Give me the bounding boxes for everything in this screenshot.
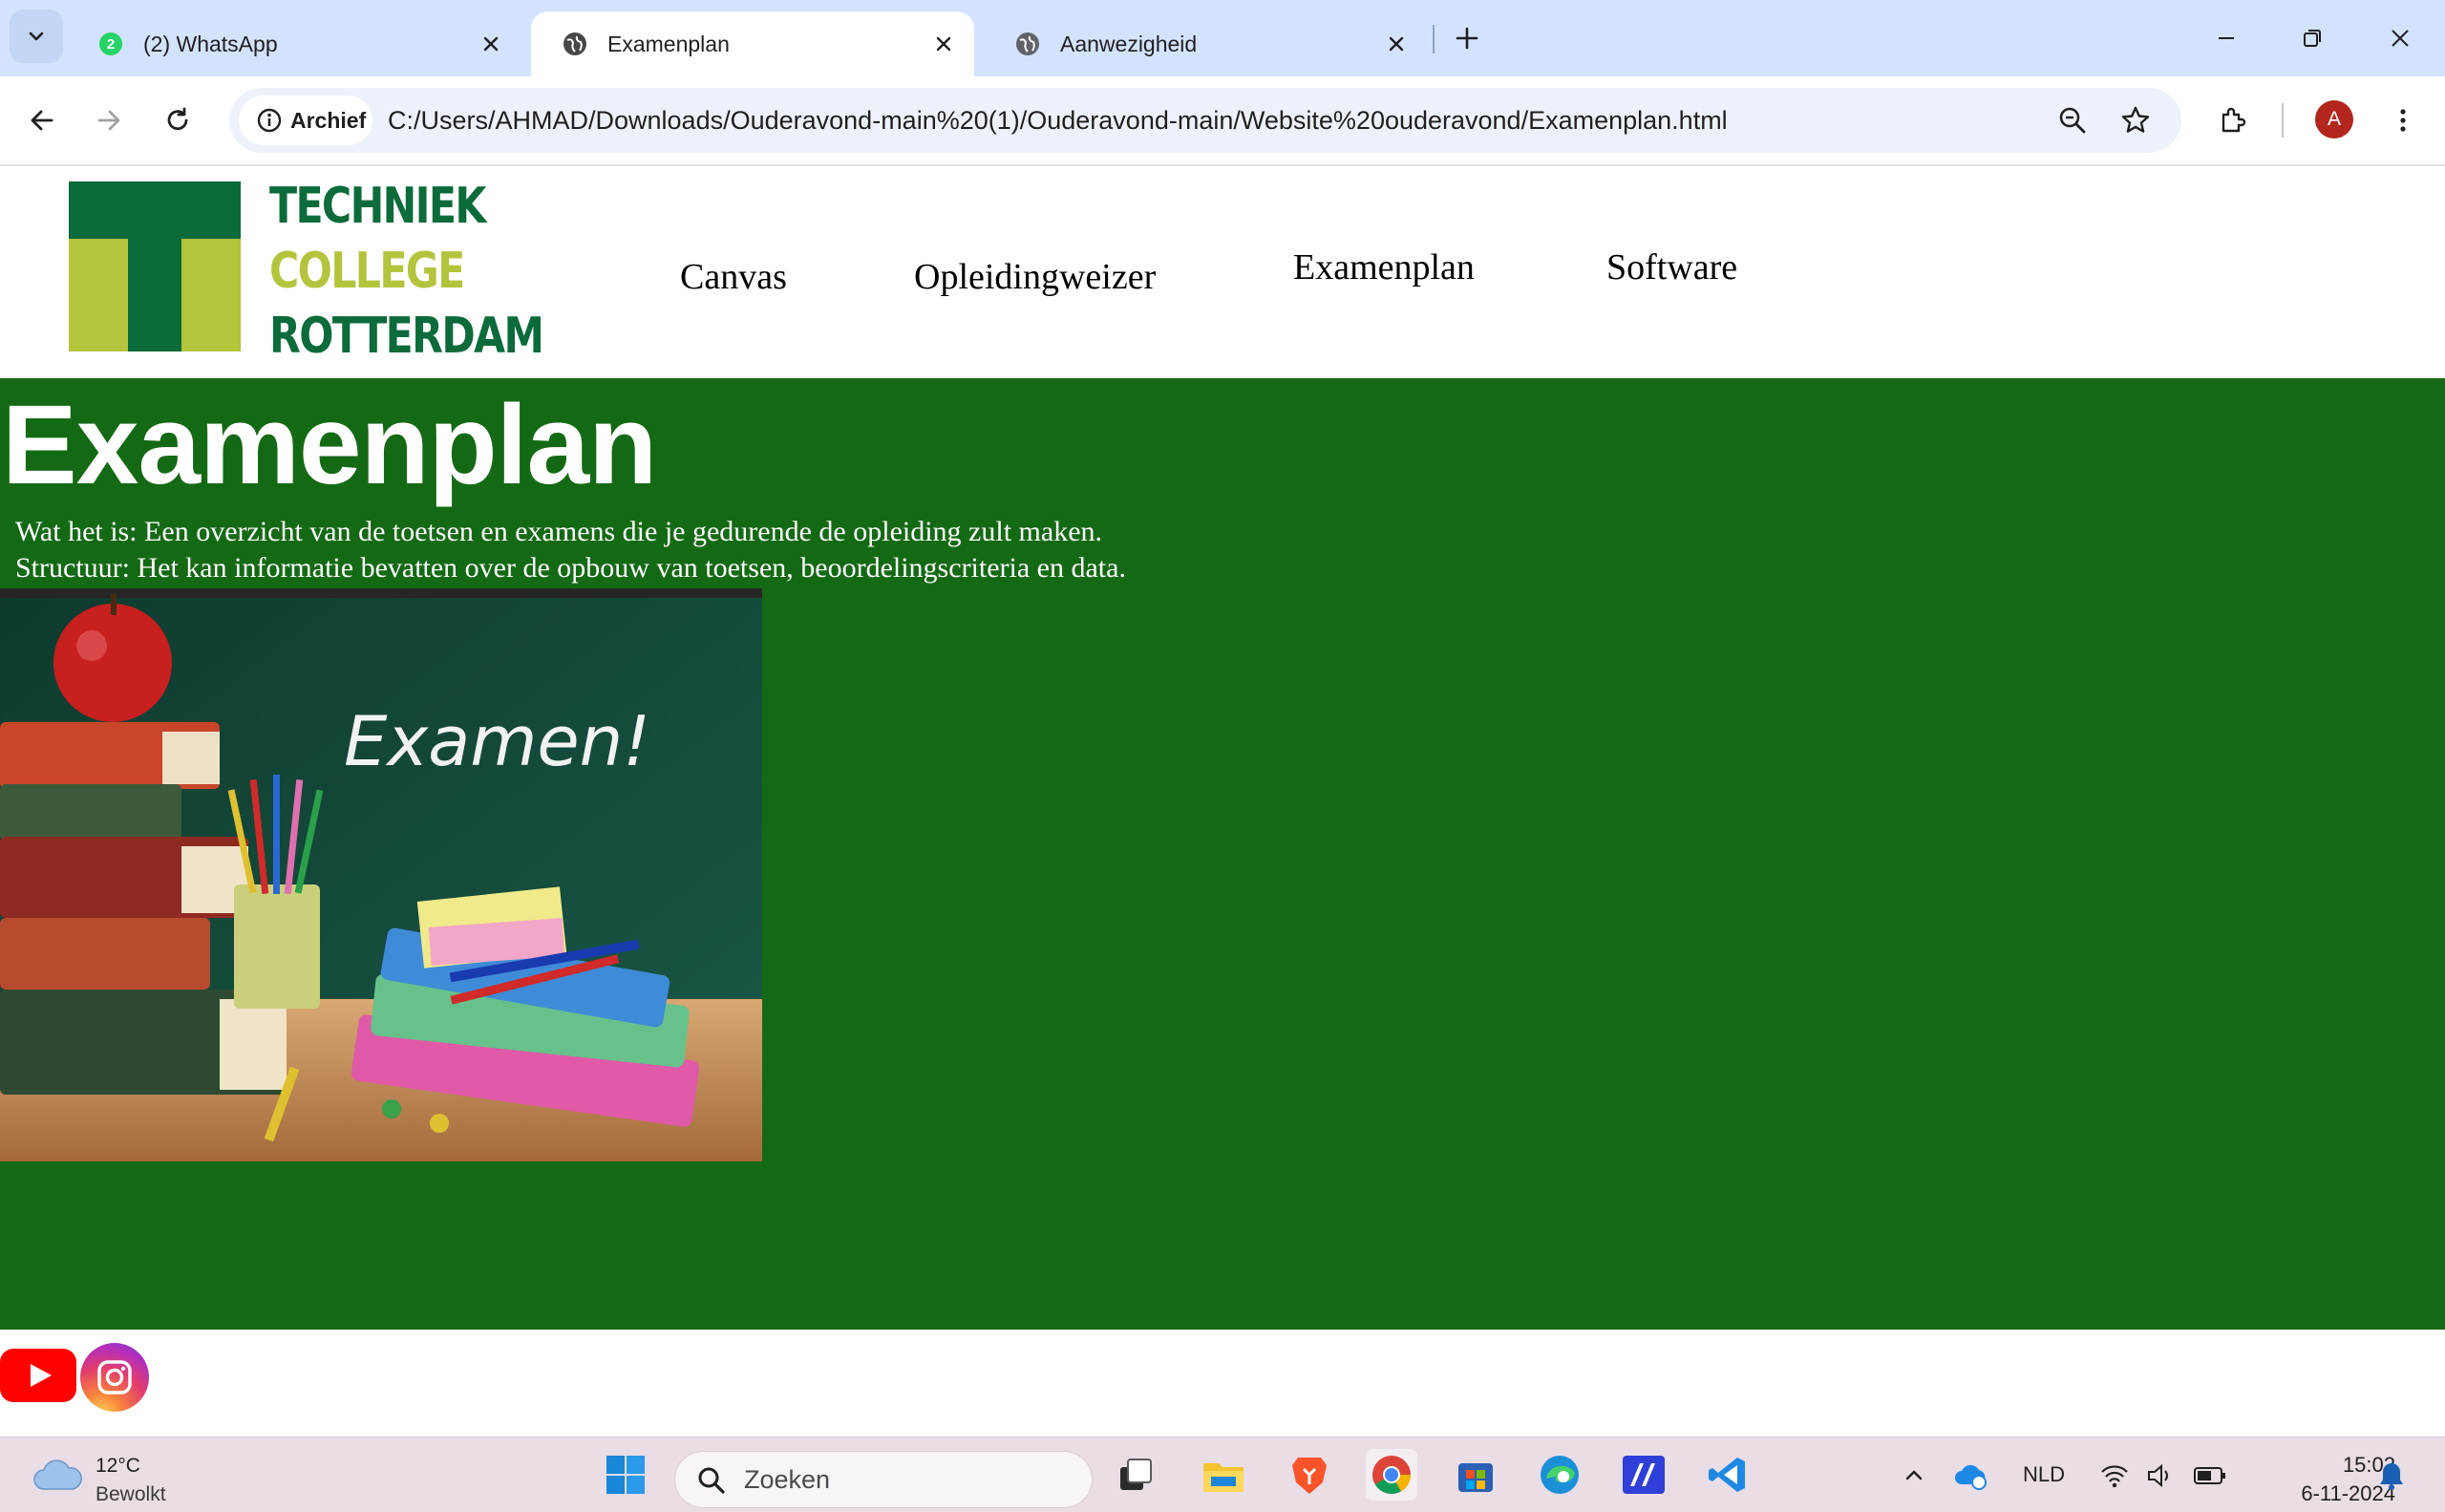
whatsapp-icon: 2 xyxy=(97,31,124,57)
tab-examenplan[interactable]: Examenplan xyxy=(531,11,974,76)
tab-title: Examenplan xyxy=(607,31,730,56)
browser-toolbar: Archief C:/Users/AHMAD/Downloads/Ouderav… xyxy=(0,76,2445,166)
logo-line: ROTTERDAM xyxy=(269,308,544,365)
tab-title: Aanwezigheid xyxy=(1060,31,1198,56)
forward-button[interactable] xyxy=(84,96,134,145)
bookmark-star-icon[interactable] xyxy=(2116,101,2155,139)
chevron-up-icon xyxy=(1905,1470,1923,1480)
reload-icon xyxy=(167,107,188,131)
notification-bell-icon[interactable] xyxy=(2372,1459,2411,1493)
file-explorer-icon[interactable] xyxy=(1198,1449,1249,1501)
weather-temperature: 12°C xyxy=(96,1455,140,1477)
volume-icon[interactable] xyxy=(2143,1459,2178,1493)
browser-menu-button[interactable] xyxy=(2378,96,2428,145)
language-indicator[interactable]: NLD xyxy=(2023,1462,2065,1487)
main-content: Examenplan Wat het is: Een overzicht van… xyxy=(0,378,2445,1330)
chalk-text: Examen! xyxy=(344,701,650,781)
site-info-chip[interactable]: Archief xyxy=(239,96,372,145)
instagram-icon[interactable] xyxy=(80,1343,149,1412)
info-icon xyxy=(256,107,283,134)
nav-link-canvas[interactable]: Canvas xyxy=(680,256,787,298)
puzzle-icon xyxy=(2222,107,2246,133)
logo-wordmark: TECHNIEK COLLEGE ROTTERDAM xyxy=(269,174,544,369)
edge-icon[interactable] xyxy=(1534,1449,1585,1501)
vscode-icon[interactable] xyxy=(1702,1449,1754,1501)
microsoft-store-icon[interactable] xyxy=(1450,1449,1501,1501)
windows-logo-icon xyxy=(606,1456,645,1494)
tab-badge: 2 xyxy=(107,36,115,53)
restore-icon xyxy=(2304,30,2321,47)
restore-button[interactable] xyxy=(2269,0,2355,76)
arrow-right-icon xyxy=(97,110,120,131)
description-line: Wat het is: Een overzicht van de toetsen… xyxy=(15,516,1103,547)
search-placeholder: Zoeken xyxy=(744,1465,831,1494)
address-bar[interactable]: Archief C:/Users/AHMAD/Downloads/Ouderav… xyxy=(229,88,2181,153)
site-info-label: Archief xyxy=(290,107,367,133)
close-icon[interactable] xyxy=(1379,27,1414,61)
youtube-icon[interactable] xyxy=(0,1349,76,1417)
task-view-icon[interactable] xyxy=(1110,1449,1161,1501)
onedrive-sync-icon[interactable] xyxy=(1952,1459,1990,1493)
tab-separator xyxy=(1433,25,1435,53)
exam-books-image: Examen! xyxy=(0,588,762,1161)
weather-description: Bewolkt xyxy=(96,1483,166,1505)
tab-search-button[interactable] xyxy=(10,10,63,63)
logo-mark-icon xyxy=(69,181,241,351)
description-line: Structuur: Het kan informatie bevatten o… xyxy=(15,552,1126,584)
tab-aanwezigheid[interactable]: Aanwezigheid xyxy=(984,11,1427,76)
profile-avatar[interactable]: A xyxy=(2315,100,2353,138)
site-header: TECHNIEK COLLEGE ROTTERDAM Canvas Opleid… xyxy=(0,166,2445,378)
windows-taskbar: 12°C Bewolkt Zoeken NLD 15:02 6-11-2024 xyxy=(0,1437,2445,1512)
nav-link-software[interactable]: Software xyxy=(1606,246,1737,288)
extensions-button[interactable] xyxy=(2208,96,2258,145)
taskbar-search-box[interactable]: Zoeken xyxy=(674,1451,1093,1508)
nav-link-opleidingweizer[interactable]: Opleidingweizer xyxy=(914,256,1156,298)
start-button[interactable] xyxy=(600,1449,651,1501)
close-icon[interactable] xyxy=(474,27,508,61)
logo-line: COLLEGE xyxy=(269,243,465,300)
close-window-button[interactable] xyxy=(2357,0,2443,76)
ms-editor-icon[interactable] xyxy=(1618,1449,1669,1501)
tab-whatsapp[interactable]: 2 (2) WhatsApp xyxy=(67,11,521,76)
toolbar-divider xyxy=(2282,103,2284,138)
page-title: Examenplan xyxy=(2,382,657,508)
back-button[interactable] xyxy=(17,96,67,145)
close-icon xyxy=(2392,30,2409,47)
arrow-left-icon xyxy=(31,110,53,131)
chevron-down-icon xyxy=(29,32,44,41)
site-footer xyxy=(0,1330,2445,1437)
tab-title: (2) WhatsApp xyxy=(143,31,278,56)
techniek-college-logo[interactable]: TECHNIEK COLLEGE ROTTERDAM xyxy=(69,174,556,365)
more-vertical-icon xyxy=(2400,109,2406,132)
plus-icon xyxy=(1456,27,1478,50)
browser-tab-strip: 2 (2) WhatsApp Examenplan Aanwezigheid xyxy=(0,0,2445,76)
search-icon xyxy=(698,1467,725,1494)
clock-date: 6-11-2024 xyxy=(2301,1481,2395,1505)
minimize-icon xyxy=(2219,37,2234,39)
logo-line: TECHNIEK xyxy=(269,178,486,235)
minimize-button[interactable] xyxy=(2183,0,2269,76)
weather-widget[interactable]: 12°C Bewolkt xyxy=(0,1437,191,1512)
cloud-icon xyxy=(33,1459,82,1490)
nav-link-examenplan[interactable]: Examenplan xyxy=(1293,246,1475,288)
chrome-icon[interactable] xyxy=(1366,1449,1417,1501)
reload-button[interactable] xyxy=(153,96,202,145)
zoom-icon[interactable] xyxy=(2053,101,2092,139)
brave-browser-icon[interactable] xyxy=(1284,1449,1335,1501)
wifi-icon[interactable] xyxy=(2097,1459,2132,1493)
battery-icon[interactable] xyxy=(2191,1459,2229,1493)
globe-icon xyxy=(1014,31,1041,57)
close-icon[interactable] xyxy=(926,27,961,61)
globe-icon xyxy=(562,31,588,57)
url-text[interactable]: C:/Users/AHMAD/Downloads/Ouderavond-main… xyxy=(388,88,1728,153)
show-hidden-icons-button[interactable] xyxy=(1897,1459,1931,1493)
new-tab-button[interactable] xyxy=(1444,15,1490,61)
